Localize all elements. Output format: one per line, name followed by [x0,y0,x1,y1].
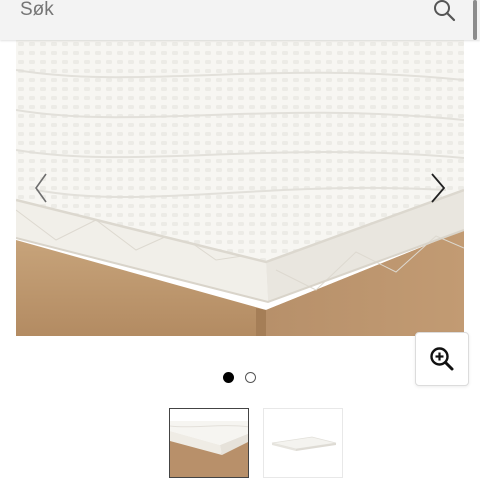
zoom-button[interactable] [415,332,469,386]
search-bar[interactable]: Søk [0,0,480,40]
carousel-pagination [222,372,262,386]
zoom-in-icon [430,347,454,371]
scrollbar[interactable] [473,0,477,40]
mattress-topper-image [16,40,464,336]
product-image-gallery[interactable] [16,40,464,336]
carousel-dot-active[interactable] [223,372,234,383]
chevron-left-icon[interactable] [32,170,52,206]
search-icon[interactable] [433,0,457,22]
thumbnail-topper-on-bed[interactable] [169,408,249,478]
thumbnail-topper-flat[interactable] [263,408,343,478]
chevron-right-icon[interactable] [428,170,448,206]
search-input[interactable]: Søk [20,0,54,23]
carousel-dot[interactable] [245,372,256,383]
